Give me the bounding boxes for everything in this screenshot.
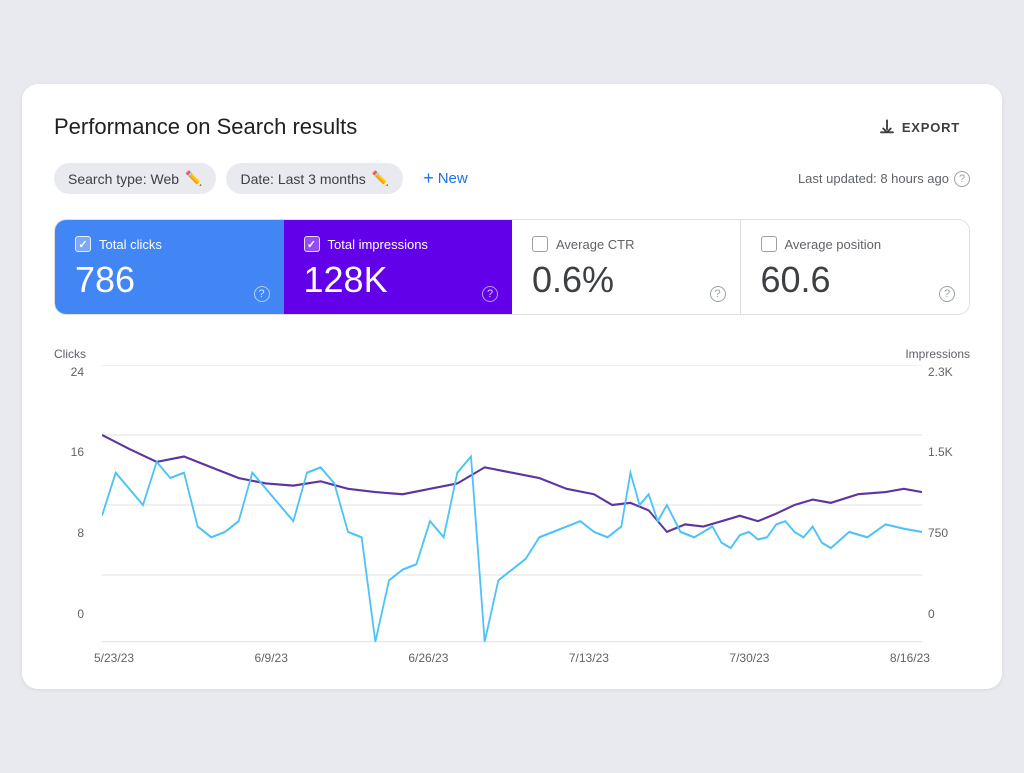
- main-card: Performance on Search results EXPORT Sea…: [22, 84, 1002, 689]
- metric-ctr[interactable]: Average CTR 0.6% ?: [512, 220, 741, 314]
- metric-impressions-header: ✓ Total impressions: [304, 236, 493, 252]
- search-type-label: Search type: Web: [68, 171, 179, 187]
- y-right-0: 0: [928, 607, 935, 621]
- new-button[interactable]: + New: [413, 162, 478, 195]
- x-label-1: 6/9/23: [255, 651, 288, 665]
- last-updated-text: Last updated: 8 hours ago: [798, 171, 949, 186]
- left-axis-label: Clicks: [54, 347, 86, 361]
- impressions-line: [102, 435, 922, 532]
- impressions-label: Total impressions: [328, 237, 428, 252]
- y-left-0: 0: [77, 607, 84, 621]
- clicks-value: 786: [75, 260, 264, 300]
- position-value: 60.6: [761, 260, 950, 300]
- date-label: Date: Last 3 months: [240, 171, 365, 187]
- filters-row: Search type: Web ✏️ Date: Last 3 months …: [54, 162, 970, 195]
- chart-svg: [54, 365, 970, 645]
- y-left-8: 8: [77, 526, 84, 540]
- clicks-checkbox[interactable]: ✓: [75, 236, 91, 252]
- export-button[interactable]: EXPORT: [868, 112, 970, 142]
- y-right-750: 750: [928, 526, 948, 540]
- chart-area: Clicks Impressions 24 16 8 0 2.3K 1.5K 7…: [54, 339, 970, 665]
- metric-clicks-header: ✓ Total clicks: [75, 236, 264, 252]
- metric-position-header: Average position: [761, 236, 950, 252]
- search-type-filter[interactable]: Search type: Web ✏️: [54, 163, 216, 194]
- chart-container: 24 16 8 0 2.3K 1.5K 750 0: [54, 365, 970, 645]
- edit-icon-2: ✏️: [372, 170, 389, 187]
- clicks-line: [102, 456, 922, 641]
- position-label: Average position: [785, 237, 882, 252]
- export-icon: [878, 118, 896, 136]
- right-axis-label: Impressions: [905, 347, 970, 361]
- x-label-3: 7/13/23: [569, 651, 609, 665]
- x-axis-labels: 5/23/23 6/9/23 6/26/23 7/13/23 7/30/23 8…: [54, 645, 970, 665]
- x-label-0: 5/23/23: [94, 651, 134, 665]
- impressions-help-icon[interactable]: ?: [482, 286, 498, 302]
- y-left-24: 24: [71, 365, 84, 379]
- new-label: New: [438, 170, 468, 187]
- y-right-2300: 2.3K: [928, 365, 953, 379]
- ctr-value: 0.6%: [532, 260, 720, 300]
- metric-impressions[interactable]: ✓ Total impressions 128K ?: [284, 220, 513, 314]
- export-label: EXPORT: [902, 120, 960, 135]
- chart-axis-labels: Clicks Impressions: [54, 347, 970, 361]
- date-filter[interactable]: Date: Last 3 months ✏️: [226, 163, 403, 194]
- position-checkbox[interactable]: [761, 236, 777, 252]
- x-label-4: 7/30/23: [729, 651, 769, 665]
- x-label-2: 6/26/23: [408, 651, 448, 665]
- last-updated: Last updated: 8 hours ago ?: [798, 171, 970, 187]
- impressions-value: 128K: [304, 260, 493, 300]
- y-right-1500: 1.5K: [928, 445, 953, 459]
- ctr-help-icon[interactable]: ?: [710, 286, 726, 302]
- clicks-label: Total clicks: [99, 237, 162, 252]
- ctr-label: Average CTR: [556, 237, 635, 252]
- plus-icon: +: [423, 168, 434, 189]
- last-updated-help-icon[interactable]: ?: [954, 171, 970, 187]
- metric-ctr-header: Average CTR: [532, 236, 720, 252]
- x-label-5: 8/16/23: [890, 651, 930, 665]
- y-left-16: 16: [71, 445, 84, 459]
- page-title: Performance on Search results: [54, 114, 357, 140]
- header-row: Performance on Search results EXPORT: [54, 112, 970, 142]
- metric-clicks[interactable]: ✓ Total clicks 786 ?: [55, 220, 284, 314]
- edit-icon: ✏️: [185, 170, 202, 187]
- y-labels-right: 2.3K 1.5K 750 0: [922, 365, 970, 621]
- metrics-row: ✓ Total clicks 786 ? ✓ Total impressions…: [54, 219, 970, 315]
- ctr-checkbox[interactable]: [532, 236, 548, 252]
- clicks-help-icon[interactable]: ?: [254, 286, 270, 302]
- position-help-icon[interactable]: ?: [939, 286, 955, 302]
- metric-position[interactable]: Average position 60.6 ?: [741, 220, 970, 314]
- impressions-checkbox[interactable]: ✓: [304, 236, 320, 252]
- y-labels-left: 24 16 8 0: [54, 365, 90, 621]
